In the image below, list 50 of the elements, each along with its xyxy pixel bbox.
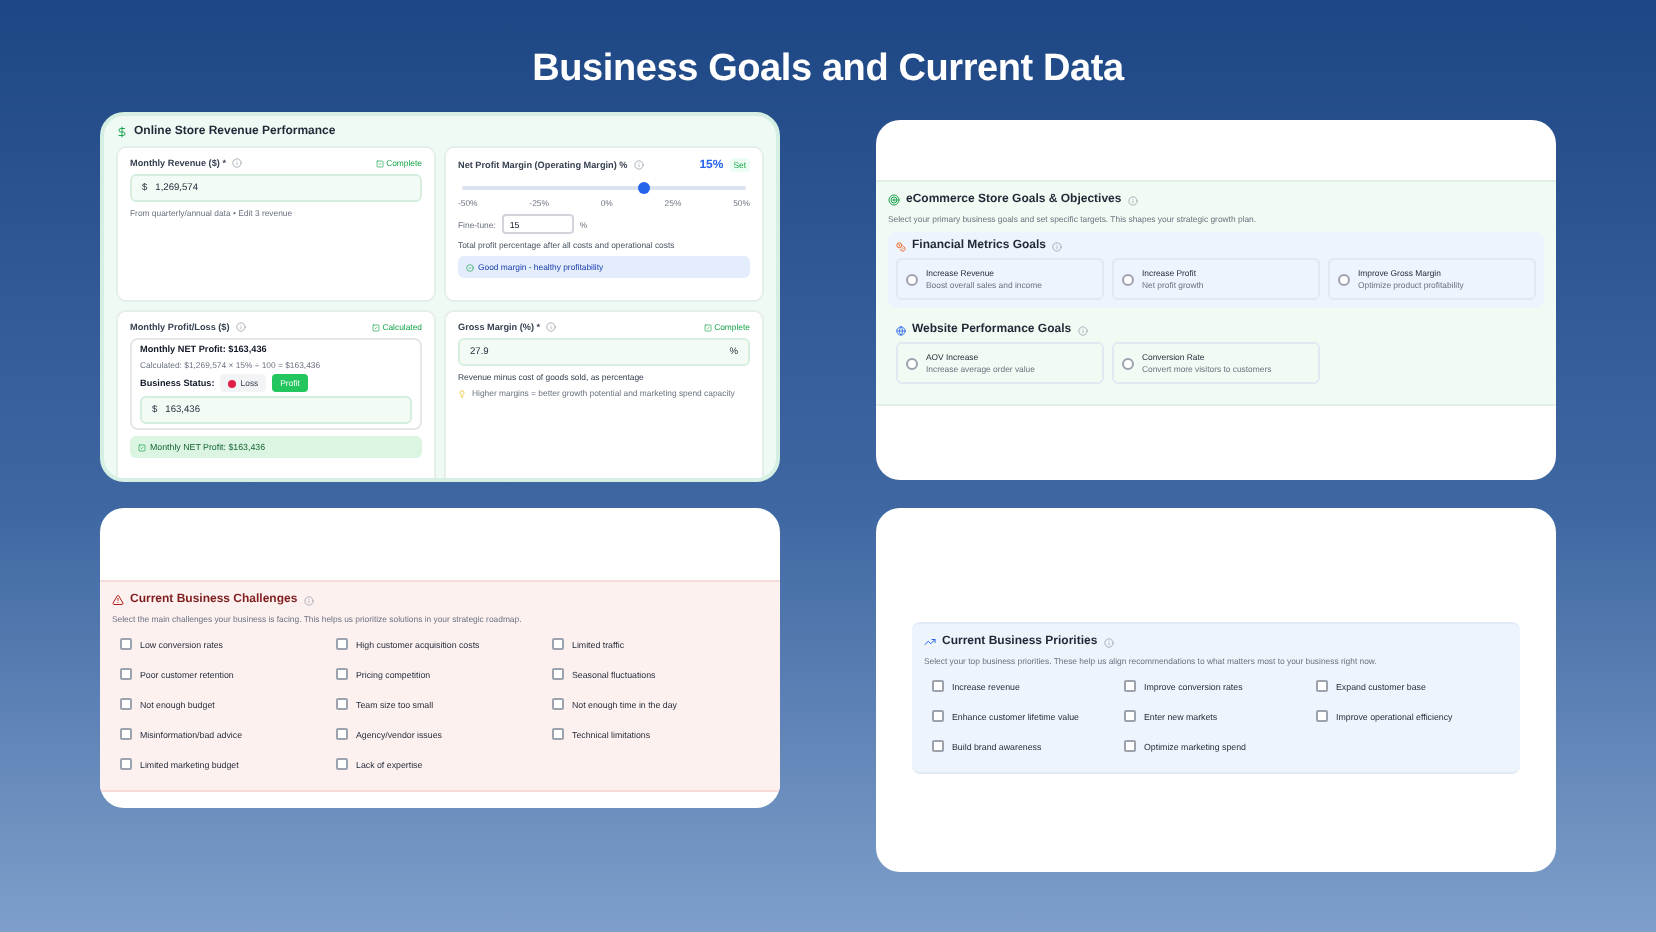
lightbulb-icon [458, 389, 466, 397]
info-icon [1052, 241, 1063, 251]
checkbox[interactable] [336, 728, 348, 740]
checkbox[interactable] [120, 758, 132, 770]
checkbox[interactable] [336, 638, 348, 650]
info-icon [633, 160, 644, 170]
checkbox[interactable] [932, 740, 944, 752]
check-icon [466, 263, 474, 271]
info-icon [1103, 637, 1114, 647]
target-icon [888, 194, 900, 206]
info-icon [303, 595, 314, 605]
check-icon [372, 323, 381, 331]
info-icon [235, 322, 246, 332]
check-icon [704, 323, 713, 331]
checkbox[interactable] [336, 668, 348, 680]
info-icon [1077, 325, 1088, 335]
checkbox[interactable] [932, 680, 944, 692]
radio[interactable] [1122, 273, 1134, 285]
radio[interactable] [906, 357, 918, 369]
radio[interactable] [1122, 357, 1134, 369]
checkbox[interactable] [120, 698, 132, 710]
checkbox[interactable] [1124, 680, 1136, 692]
checkbox[interactable] [1124, 740, 1136, 752]
coins-icon [896, 241, 906, 251]
checkbox[interactable] [552, 668, 564, 680]
radio[interactable] [1338, 273, 1350, 285]
checkbox[interactable] [1124, 710, 1136, 722]
radio[interactable] [906, 273, 918, 285]
warning-icon [112, 594, 124, 606]
info-icon [232, 158, 242, 168]
page-title: Business Goals and Current Data [532, 48, 1124, 92]
checkbox[interactable] [1316, 710, 1328, 722]
info-icon [546, 322, 557, 332]
checkbox[interactable] [1316, 680, 1328, 692]
globe-icon [896, 325, 906, 335]
slider-thumb[interactable] [637, 181, 650, 193]
checkbox[interactable] [552, 698, 564, 710]
check-icon [376, 159, 385, 167]
checkbox[interactable] [932, 710, 944, 722]
check-icon [138, 443, 146, 451]
checkbox[interactable] [336, 698, 348, 710]
checkbox[interactable] [120, 638, 132, 650]
checkbox[interactable] [552, 728, 564, 740]
dollar-icon [116, 126, 128, 138]
trend-icon [924, 636, 936, 648]
checkbox[interactable] [120, 668, 132, 680]
checkbox[interactable] [120, 728, 132, 740]
info-icon [1127, 195, 1138, 205]
checkbox[interactable] [552, 638, 564, 650]
checkbox[interactable] [336, 758, 348, 770]
